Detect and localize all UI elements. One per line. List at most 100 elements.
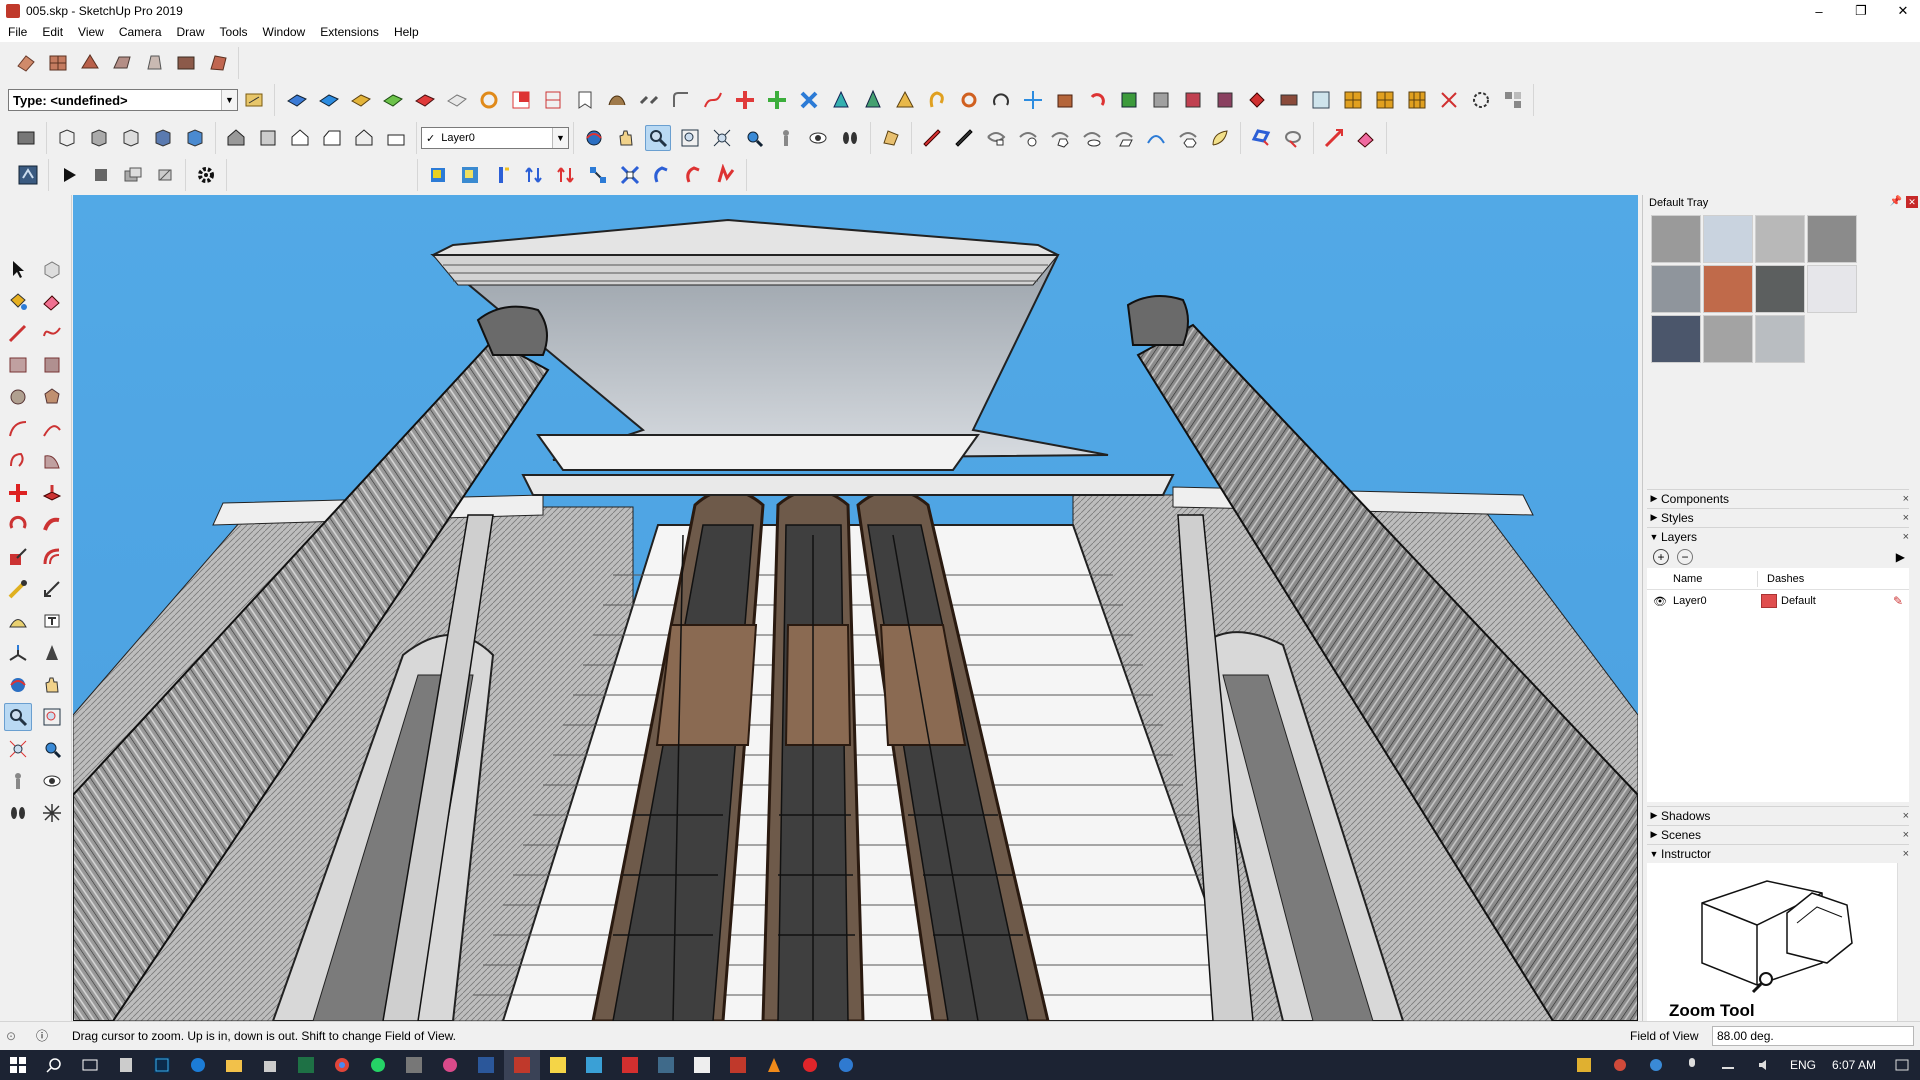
- ext-tool-1-icon[interactable]: [425, 162, 451, 188]
- pdf-icon[interactable]: [684, 1050, 720, 1080]
- close-panel-icon[interactable]: ×: [1903, 493, 1909, 505]
- layer-row-name[interactable]: Layer0: [1673, 595, 1761, 607]
- ext-tool-8-icon[interactable]: [649, 162, 675, 188]
- lasso-gray-icon[interactable]: [1280, 125, 1306, 151]
- look-around-icon[interactable]: [805, 125, 831, 151]
- paint-bucket-icon[interactable]: [4, 287, 32, 315]
- file-explorer-icon[interactable]: [216, 1050, 252, 1080]
- language-indicator[interactable]: ENG: [1790, 1058, 1816, 1072]
- shape-leaf-icon[interactable]: [1207, 125, 1233, 151]
- menu-draw[interactable]: Draw: [169, 25, 212, 39]
- iso-view-icon[interactable]: [13, 50, 39, 76]
- chevron-down-icon[interactable]: ▼: [221, 90, 237, 110]
- explode-icon[interactable]: [1436, 87, 1462, 113]
- lumion-icon[interactable]: [15, 162, 41, 188]
- material-swatch[interactable]: [1807, 215, 1857, 263]
- component-green-icon[interactable]: [1116, 87, 1142, 113]
- extend-icon[interactable]: [1321, 125, 1347, 151]
- ruler-black-icon[interactable]: [951, 125, 977, 151]
- sticky-notes-icon[interactable]: [540, 1050, 576, 1080]
- zoom-tool-icon[interactable]: [645, 125, 671, 151]
- arc-icon[interactable]: [668, 87, 694, 113]
- sandbox-icon-3[interactable]: [348, 87, 374, 113]
- app-icon-6[interactable]: [828, 1050, 864, 1080]
- material-swatch[interactable]: [1651, 265, 1701, 313]
- left-house-icon[interactable]: [383, 125, 409, 151]
- menu-window[interactable]: Window: [255, 25, 313, 39]
- stop-icon[interactable]: [88, 162, 114, 188]
- grid-orange-icon-3[interactable]: [1404, 87, 1430, 113]
- tag-red-icon[interactable]: [1244, 87, 1270, 113]
- calculator-icon[interactable]: [108, 1050, 144, 1080]
- close-tray-icon[interactable]: ✕: [1906, 196, 1918, 208]
- bezier-icon[interactable]: [700, 87, 726, 113]
- previous-view-icon[interactable]: [741, 125, 767, 151]
- play-icon[interactable]: [56, 162, 82, 188]
- app-icon-4[interactable]: [648, 1050, 684, 1080]
- settings-gear-icon[interactable]: [193, 162, 219, 188]
- look-around-palette-icon[interactable]: [38, 767, 66, 795]
- walk-palette-icon[interactable]: [4, 799, 32, 827]
- component-gray-icon[interactable]: [1148, 87, 1174, 113]
- iso-house-icon[interactable]: [223, 125, 249, 151]
- panel-styles[interactable]: ▶ Styles ×: [1647, 508, 1909, 526]
- rotate-icon[interactable]: [476, 87, 502, 113]
- material-swatch[interactable]: [1703, 315, 1753, 363]
- component-red-icon[interactable]: [1180, 87, 1206, 113]
- rotated-rectangle-icon[interactable]: [38, 351, 66, 379]
- ext-tool-6-icon[interactable]: [585, 162, 611, 188]
- circle-dots-icon[interactable]: [1468, 87, 1494, 113]
- section-plane-icon[interactable]: [38, 799, 66, 827]
- ext-tool-5-icon[interactable]: [553, 162, 579, 188]
- offset-icon[interactable]: [38, 543, 66, 571]
- layer-row[interactable]: 👁 Layer0 Default ✎: [1647, 590, 1909, 612]
- previous-palette-icon[interactable]: [38, 735, 66, 763]
- maximize-button[interactable]: ❐: [1844, 0, 1878, 22]
- box-icon[interactable]: [1052, 87, 1078, 113]
- rotate-tool-icon[interactable]: [4, 511, 32, 539]
- cone-icon[interactable]: [828, 87, 854, 113]
- scale-tool-icon[interactable]: [4, 543, 32, 571]
- bottom-view-icon[interactable]: [205, 50, 231, 76]
- classifier-icon[interactable]: [241, 87, 267, 113]
- zoom-extents-palette-icon[interactable]: [4, 735, 32, 763]
- menu-file[interactable]: File: [0, 25, 34, 39]
- app-icon-2[interactable]: [432, 1050, 468, 1080]
- word-icon[interactable]: [468, 1050, 504, 1080]
- chain-icon[interactable]: [636, 87, 662, 113]
- top-house-icon[interactable]: [255, 125, 281, 151]
- search-icon[interactable]: [36, 1050, 72, 1080]
- wireframe-style-icon[interactable]: [86, 125, 112, 151]
- text-tool-icon[interactable]: [38, 607, 66, 635]
- sandbox-icon-5[interactable]: [412, 87, 438, 113]
- close-panel-icon[interactable]: ×: [1903, 829, 1909, 841]
- select-arrow-icon[interactable]: [4, 255, 32, 283]
- details-arrow-icon[interactable]: ▶: [1896, 550, 1905, 564]
- sandbox-icon-4[interactable]: [380, 87, 406, 113]
- remove-layer-icon[interactable]: −: [1677, 549, 1693, 565]
- minimize-button[interactable]: –: [1802, 0, 1836, 22]
- textured-style-icon[interactable]: [182, 125, 208, 151]
- opera-icon[interactable]: [792, 1050, 828, 1080]
- tray-icon-1[interactable]: [1566, 1050, 1602, 1080]
- scale-icon[interactable]: [796, 87, 822, 113]
- two-point-arc-icon[interactable]: [38, 415, 66, 443]
- grid-orange-icon-2[interactable]: [1372, 87, 1398, 113]
- ext-tool-7-icon[interactable]: [617, 162, 643, 188]
- position-camera-icon[interactable]: [773, 125, 799, 151]
- photoshop-icon[interactable]: [144, 1050, 180, 1080]
- shape-polygon-icon[interactable]: [1047, 125, 1073, 151]
- zoom-palette-icon[interactable]: [4, 703, 32, 731]
- ext-tool-4-icon[interactable]: [521, 162, 547, 188]
- make-component-icon[interactable]: [38, 255, 66, 283]
- rectangle-icon[interactable]: [4, 351, 32, 379]
- panel-layers[interactable]: ▼ Layers ×: [1647, 527, 1909, 545]
- scene-add-icon[interactable]: [120, 162, 146, 188]
- notifications-icon[interactable]: [1884, 1050, 1920, 1080]
- material-swatch[interactable]: [1651, 315, 1701, 363]
- move-tool-icon[interactable]: [4, 479, 32, 507]
- front-house-icon[interactable]: [287, 125, 313, 151]
- eraser-icon[interactable]: [38, 287, 66, 315]
- panel-components[interactable]: ▶ Components ×: [1647, 489, 1909, 507]
- eraser-pink-icon[interactable]: [1353, 125, 1379, 151]
